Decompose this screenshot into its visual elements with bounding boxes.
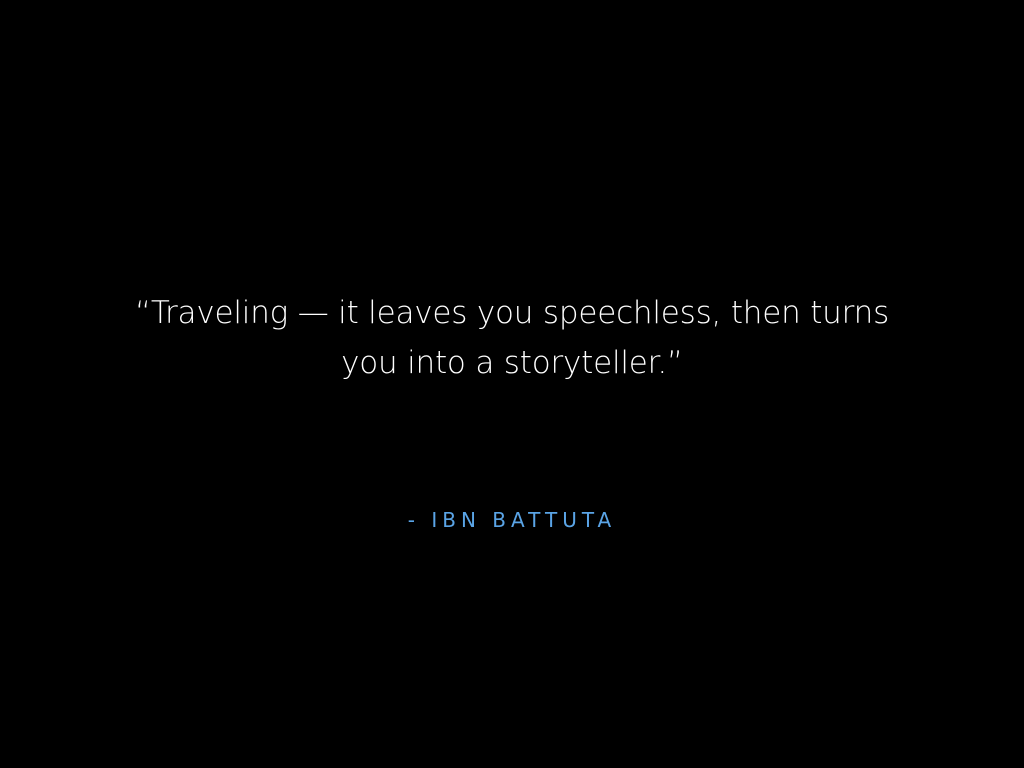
quote-attribution: - IBN BATTUTA <box>407 508 617 532</box>
quote-line-1: “Traveling — it leaves you speechless, t… <box>134 295 890 331</box>
quote-line-2: you into a storyteller.” <box>341 345 683 381</box>
presentation-slide: “Traveling — it leaves you speechless, t… <box>0 0 1024 768</box>
quote-text: “Traveling — it leaves you speechless, t… <box>0 288 1024 388</box>
